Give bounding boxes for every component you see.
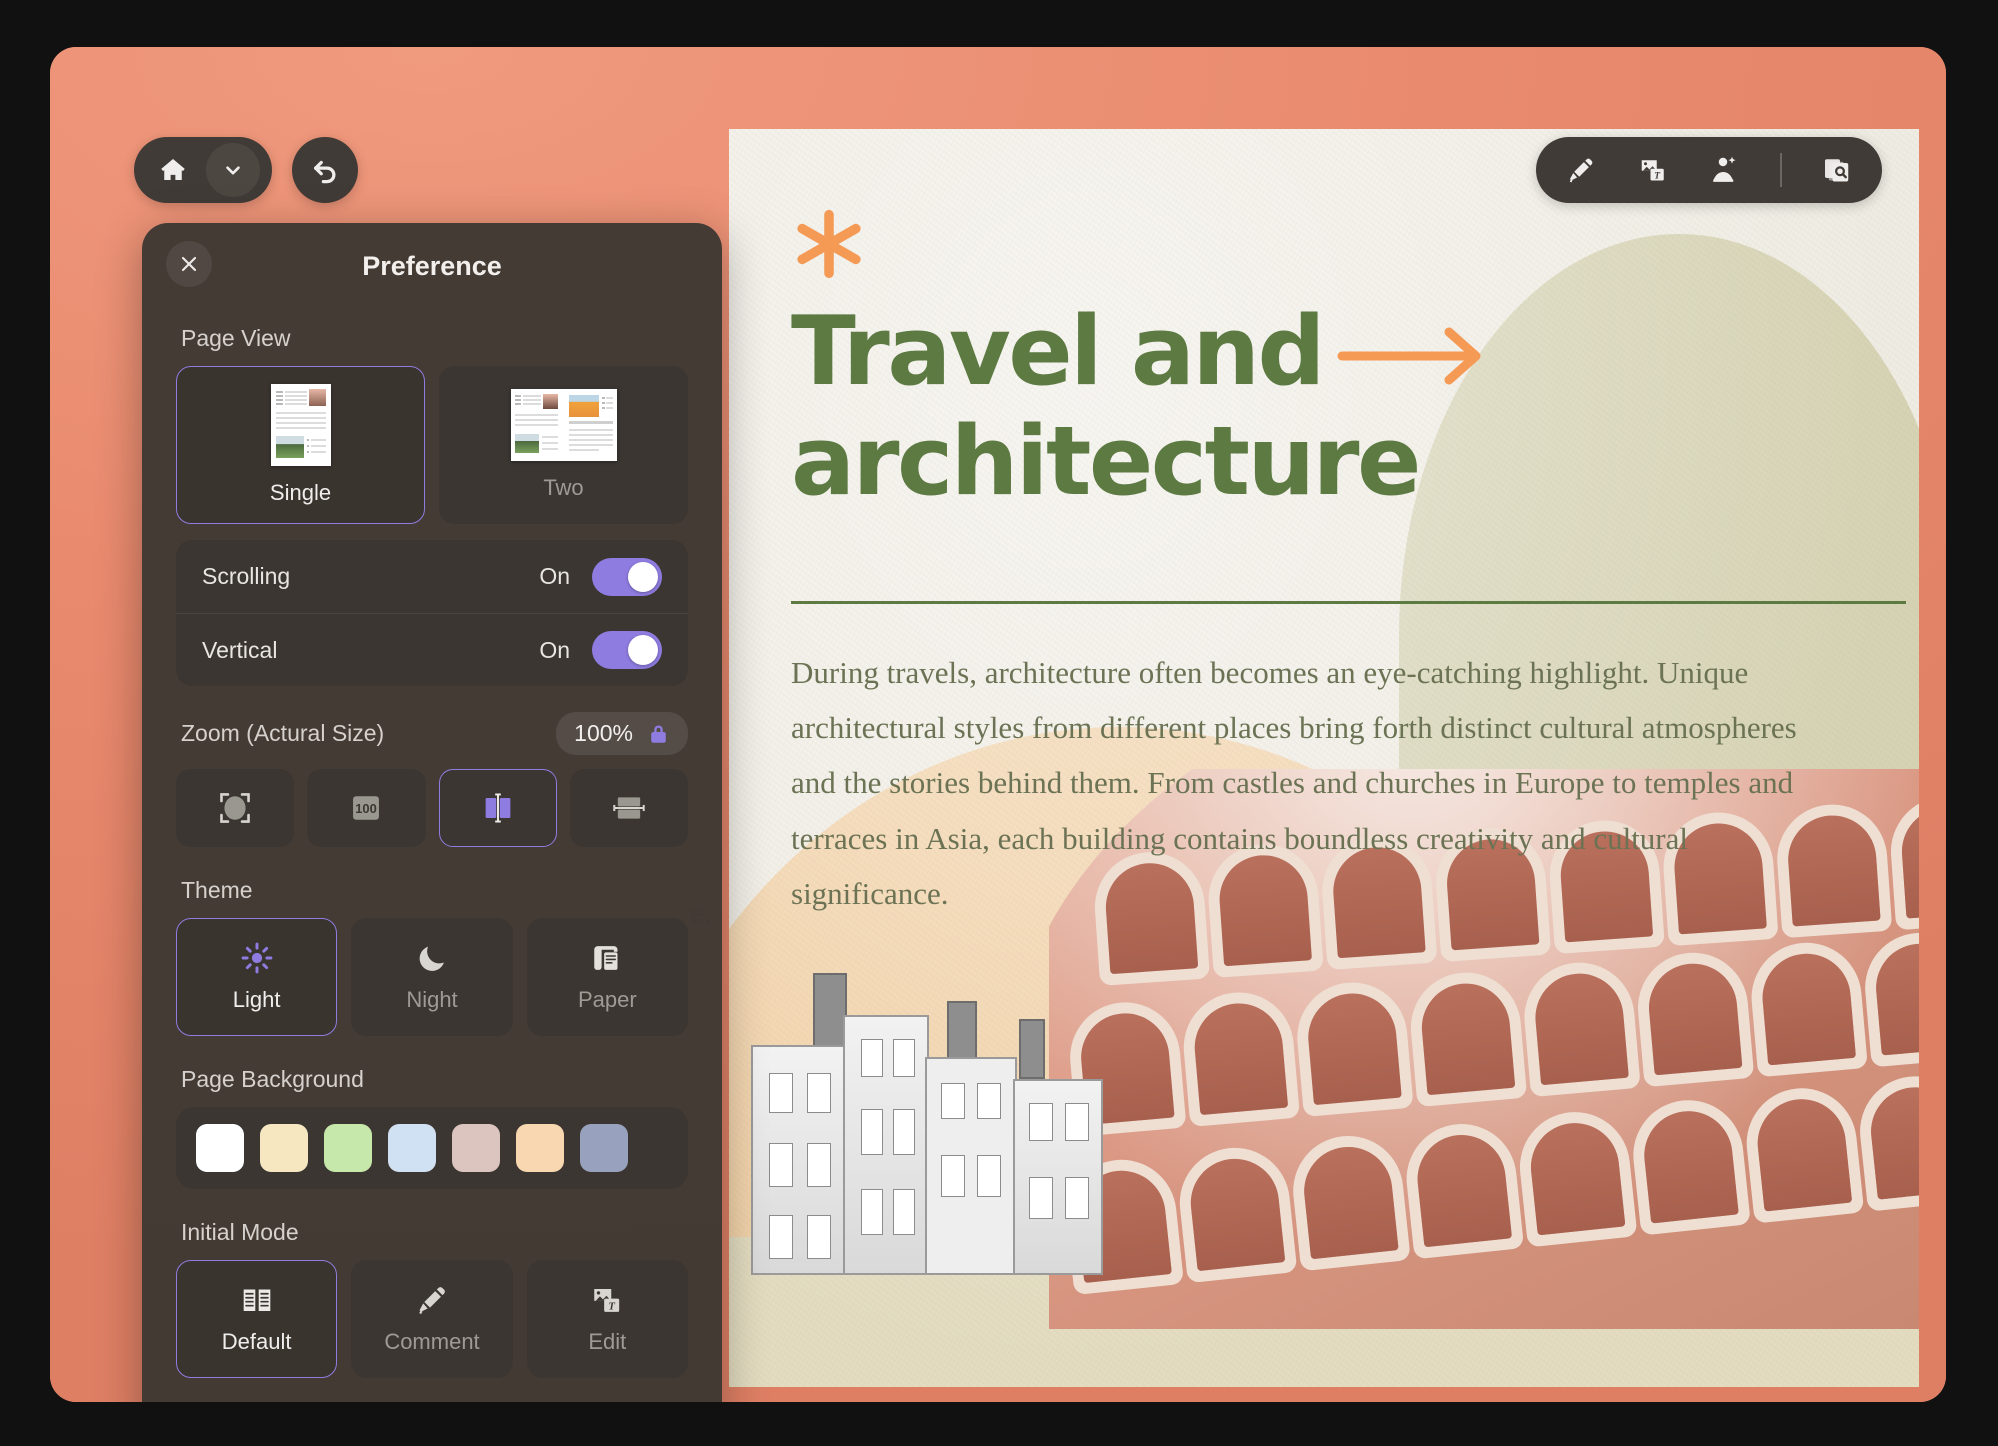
townhouses-illustration	[751, 965, 1131, 1275]
setting-row-scrolling[interactable]: Scrolling On	[176, 540, 688, 613]
theme-label: Theme	[181, 877, 253, 903]
swatch-green[interactable]	[324, 1124, 372, 1172]
fit-height-icon[interactable]	[569, 769, 688, 847]
scroll-icon	[590, 941, 624, 975]
fit-page-icon[interactable]	[176, 769, 295, 847]
highlighter-icon	[415, 1283, 449, 1317]
page-background-swatches	[176, 1107, 688, 1189]
preference-panel: Preference Page View Single Two Scrollin…	[142, 223, 722, 1402]
initial-mode-options: Default Comment T Edit	[176, 1260, 688, 1378]
swatch-peach[interactable]	[516, 1124, 564, 1172]
asterisk-icon	[792, 207, 866, 281]
setting-label-scrolling: Scrolling	[202, 563, 291, 589]
single-page-thumbnail	[270, 384, 331, 466]
toggle-vertical[interactable]	[592, 631, 662, 669]
theme-option-night[interactable]: Night	[351, 918, 513, 1036]
zoom-label: Zoom (Actural Size)	[181, 720, 385, 746]
page-body-text: During travels, architecture often becom…	[791, 655, 1797, 911]
ai-photo-icon[interactable]	[1702, 147, 1748, 193]
theme-option-paper[interactable]: Paper	[526, 918, 688, 1036]
scroll-settings-group: Scrolling On Vertical On	[176, 540, 688, 686]
theme-label-paper: Paper	[577, 987, 637, 1012]
page-view-option-single[interactable]: Single	[176, 366, 425, 524]
home-icon[interactable]	[146, 143, 200, 197]
home-pill	[134, 137, 272, 203]
moon-icon	[415, 941, 449, 975]
two-page-thumbnail	[510, 389, 617, 461]
open-book-icon	[240, 1283, 274, 1317]
theme-option-light[interactable]: Light	[176, 918, 338, 1036]
top-right-toolbar: T	[1536, 137, 1882, 203]
theme-label-light: Light	[232, 987, 281, 1012]
arrow-right-icon	[1336, 325, 1486, 387]
panel-title: Preference	[362, 251, 502, 281]
panel-header: Preference	[142, 223, 722, 309]
zoom-value: 100%	[574, 720, 633, 746]
app-root: Travel and architecture During travels, …	[0, 0, 1998, 1446]
page-view-label: Page View	[181, 325, 291, 351]
setting-state-vertical: On	[539, 636, 570, 663]
document-page[interactable]: Travel and architecture During travels, …	[729, 129, 1919, 1387]
initial-mode-option-default[interactable]: Default	[176, 1260, 338, 1378]
page-view-label-two: Two	[543, 475, 584, 500]
setting-state-scrolling: On	[539, 563, 570, 589]
zoom-mode-options: 100	[176, 769, 688, 847]
swatch-blue[interactable]	[388, 1124, 436, 1172]
tablet-device-frame: Travel and architecture During travels, …	[50, 47, 1946, 1402]
actual-size-100-icon[interactable]: 100	[307, 769, 426, 847]
zoom-header: Zoom (Actural Size) 100%	[176, 712, 688, 755]
initial-mode-option-edit[interactable]: T Edit	[526, 1260, 688, 1378]
undo-icon[interactable]	[292, 137, 358, 203]
toolbar-divider	[1780, 153, 1782, 187]
page-title: Travel and architecture	[791, 297, 1421, 518]
initial-mode-label: Initial Mode	[181, 1219, 299, 1245]
swatch-pink[interactable]	[452, 1124, 500, 1172]
toggle-scrolling[interactable]	[592, 557, 662, 596]
theme-options: Light Night Paper	[176, 918, 688, 1036]
initial-mode-label-default: Default	[221, 1329, 292, 1354]
lock-icon[interactable]	[647, 722, 670, 745]
chevron-down-icon[interactable]	[206, 143, 260, 197]
page-background-label: Page Background	[181, 1066, 364, 1092]
sun-icon	[240, 941, 274, 975]
page-search-icon[interactable]	[1814, 147, 1860, 193]
title-divider	[791, 601, 1906, 604]
initial-mode-label-comment: Comment	[384, 1329, 480, 1354]
image-text-icon: T	[590, 1283, 624, 1317]
image-text-icon[interactable]: T	[1630, 147, 1676, 193]
setting-label-vertical: Vertical	[202, 636, 278, 663]
swatch-slate[interactable]	[580, 1124, 628, 1172]
svg-text:100: 100	[356, 801, 378, 816]
initial-mode-label-edit: Edit	[588, 1329, 627, 1354]
setting-row-vertical[interactable]: Vertical On	[176, 613, 688, 686]
initial-mode-option-comment[interactable]: Comment	[351, 1260, 513, 1378]
swatch-cream[interactable]	[260, 1124, 308, 1172]
highlighter-icon[interactable]	[1558, 147, 1604, 193]
top-left-toolbar	[134, 137, 358, 203]
page-view-options: Single Two	[176, 366, 688, 524]
svg-text:T: T	[609, 1300, 616, 1312]
page-view-option-two[interactable]: Two	[439, 366, 688, 524]
swatch-white[interactable]	[196, 1124, 244, 1172]
page-view-label-single: Single	[269, 480, 332, 505]
zoom-value-chip[interactable]: 100%	[556, 712, 688, 755]
fit-width-icon[interactable]	[438, 769, 557, 847]
theme-label-night: Night	[406, 987, 458, 1012]
